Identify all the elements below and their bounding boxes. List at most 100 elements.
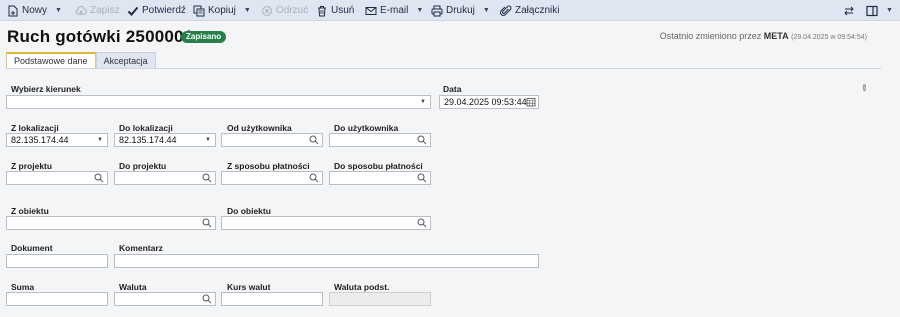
last-modified: Ostatnio zmieniono przez META (29.04.202…: [660, 31, 867, 41]
search-icon[interactable]: [417, 135, 427, 145]
currency-field[interactable]: [114, 292, 216, 306]
checkmark-icon: [127, 6, 139, 16]
base-currency-field: [329, 292, 431, 306]
direction-label: Wybierz kierunek: [11, 84, 81, 94]
from-location-value: 82.135.174.44: [11, 135, 69, 145]
panel-layout-icon: [866, 5, 878, 16]
search-icon[interactable]: [417, 173, 427, 183]
copy-button[interactable]: Kopiuj ▼: [193, 0, 251, 21]
printer-icon: [431, 5, 443, 16]
from-payment-field[interactable]: [221, 171, 323, 185]
email-button[interactable]: E-mail ▼: [365, 0, 423, 21]
new-button[interactable]: Nowy ▼: [7, 0, 62, 21]
from-object-field[interactable]: [6, 216, 216, 230]
pin-icon[interactable]: ✎: [857, 82, 870, 95]
save-label: Zapisz: [90, 5, 120, 16]
swap-arrows-icon: [844, 6, 854, 15]
to-project-field[interactable]: [114, 171, 216, 185]
to-location-value: 82.135.174.44: [119, 135, 177, 145]
confirm-label: Potwierdź: [142, 5, 186, 16]
page-title: Ruch gotówki 2500001: [7, 27, 194, 46]
new-document-icon: [8, 5, 18, 16]
search-icon[interactable]: [202, 294, 212, 304]
document-label: Dokument: [11, 243, 53, 253]
date-field[interactable]: 29.04.2025 09:53:44: [439, 95, 539, 109]
to-object-field[interactable]: [221, 216, 431, 230]
chevron-down-icon[interactable]: ▼: [55, 7, 62, 14]
save-button[interactable]: Zapisz: [75, 0, 119, 21]
envelope-icon: [365, 6, 377, 15]
comment-field[interactable]: [114, 254, 539, 268]
date-value: 29.04.2025 09:53:44: [444, 97, 527, 107]
print-label: Drukuj: [446, 5, 475, 16]
chevron-down-icon[interactable]: ▼: [886, 7, 893, 14]
sum-label: Suma: [11, 282, 35, 292]
direction-select[interactable]: ▼: [6, 95, 431, 109]
search-icon[interactable]: [202, 173, 212, 183]
tab-divider: [6, 68, 881, 69]
from-project-label: Z projektu: [11, 161, 53, 171]
chevron-down-icon: ▼: [205, 137, 211, 143]
search-icon[interactable]: [309, 173, 319, 183]
trash-icon: [318, 5, 326, 16]
delete-label: Usuń: [331, 5, 355, 16]
search-icon[interactable]: [417, 218, 427, 228]
search-icon[interactable]: [94, 173, 104, 183]
copy-label: Kopiuj: [208, 5, 236, 16]
from-location-label: Z lokalizacji: [11, 123, 59, 133]
to-payment-field[interactable]: [329, 171, 431, 185]
document-field[interactable]: [6, 254, 108, 268]
from-object-label: Z obiektu: [11, 206, 49, 216]
reject-label: Odrzuć: [276, 5, 309, 16]
from-user-label: Od użytkownika: [227, 123, 292, 133]
attachments-label: Załączniki: [515, 5, 560, 16]
chevron-down-icon: ▼: [97, 137, 103, 143]
comment-label: Komentarz: [119, 243, 163, 253]
chevron-down-icon[interactable]: ▼: [416, 7, 423, 14]
to-payment-label: Do sposobu płatności: [334, 161, 423, 171]
to-user-field[interactable]: [329, 133, 431, 147]
cloud-upload-icon: [75, 5, 87, 15]
from-project-field[interactable]: [6, 171, 108, 185]
chevron-down-icon[interactable]: ▼: [244, 7, 251, 14]
status-badge: Zapisano: [181, 31, 227, 43]
layout-toggle-button[interactable]: ▼: [866, 0, 893, 21]
search-icon[interactable]: [309, 135, 319, 145]
reject-icon: [262, 5, 272, 16]
chevron-down-icon[interactable]: ▼: [483, 7, 490, 14]
toolbar: Nowy ▼ Zapisz Potwierdź Kopiuj ▼ Odrzuć …: [0, 0, 900, 21]
attachments-button[interactable]: Załączniki: [500, 0, 559, 21]
last-modified-user: META: [763, 31, 789, 41]
from-user-field[interactable]: [221, 133, 323, 147]
tab-acceptance[interactable]: Akceptacja: [95, 52, 156, 69]
exchange-rate-field[interactable]: [221, 292, 323, 306]
compare-button[interactable]: [843, 0, 855, 21]
new-label: Nowy: [22, 5, 48, 16]
from-payment-label: Z sposobu płatności: [227, 161, 310, 171]
to-project-label: Do projektu: [119, 161, 167, 171]
reject-button[interactable]: Odrzuć: [261, 0, 308, 21]
chevron-down-icon: ▼: [420, 99, 426, 105]
exchange-rate-label: Kurs walut: [227, 282, 271, 292]
copy-icon: [193, 5, 205, 16]
base-currency-label: Waluta podst.: [334, 282, 390, 292]
delete-button[interactable]: Usuń: [316, 0, 354, 21]
from-location-select[interactable]: 82.135.174.44 ▼: [6, 133, 108, 147]
tab-bar: Podstawowe dane Akceptacja: [6, 52, 156, 69]
to-object-label: Do obiektu: [227, 206, 271, 216]
search-icon[interactable]: [202, 218, 212, 228]
to-user-label: Do użytkownika: [334, 123, 399, 133]
currency-label: Waluta: [119, 282, 147, 292]
sum-field[interactable]: [6, 292, 108, 306]
print-button[interactable]: Drukuj ▼: [431, 0, 490, 21]
calendar-icon[interactable]: [526, 97, 536, 107]
last-modified-prefix: Ostatnio zmieniono przez: [659, 31, 764, 41]
to-location-label: Do lokalizacji: [119, 123, 173, 133]
last-modified-time: (29.04.2025 w 09:54:54): [791, 34, 867, 41]
date-label: Data: [443, 84, 462, 94]
tab-basic-data[interactable]: Podstawowe dane: [6, 52, 96, 69]
confirm-button[interactable]: Potwierdź: [127, 0, 186, 21]
to-location-select[interactable]: 82.135.174.44 ▼: [114, 133, 216, 147]
email-label: E-mail: [380, 5, 409, 16]
paperclip-icon: [500, 5, 512, 16]
